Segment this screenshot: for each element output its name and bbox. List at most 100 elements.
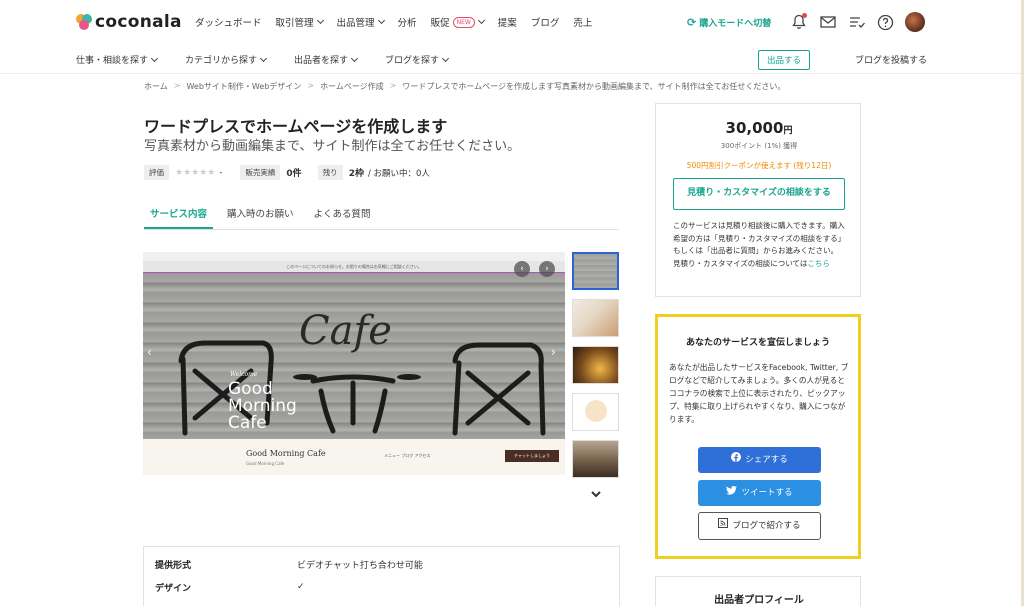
cafe-photo: Cafe Welcome Good Morning Cafe ‹ › bbox=[143, 273, 565, 439]
consult-info-link[interactable]: こちら bbox=[807, 259, 830, 268]
tab-service-content[interactable]: サービス内容 bbox=[144, 200, 214, 229]
purchase-note: このサービスは見積り相談後に購入できます。購入希望の方は「見積り・カスタマイズの… bbox=[673, 221, 846, 268]
prev-slide-icon[interactable]: ‹ bbox=[147, 345, 152, 359]
footer-sub: Good Morning Cafe bbox=[246, 461, 285, 466]
detail-value: ビデオチャット打ち合わせ可能 bbox=[297, 560, 423, 571]
nav-analytics[interactable]: 分析 bbox=[398, 15, 417, 29]
bell-icon[interactable] bbox=[789, 12, 808, 32]
chevron-down-icon bbox=[259, 54, 268, 62]
browse-nav: 仕事・相談を探す カテゴリから探す 出品者を探す ブログを探す bbox=[76, 53, 476, 66]
notification-dot bbox=[802, 12, 807, 18]
top-header: coconala ダッシュボード 取引管理 出品管理 分析 販促 NEW 提案 ブ… bbox=[0, 0, 1021, 44]
thumbnail-2[interactable] bbox=[572, 299, 619, 337]
user-avatar[interactable] bbox=[905, 12, 925, 32]
gallery-next-button[interactable]: › bbox=[539, 261, 555, 277]
promo-description: あなたが出品したサービスをFacebook, Twitter, ブログなどで紹介… bbox=[669, 363, 849, 424]
coconala-logo[interactable]: coconala bbox=[76, 12, 182, 32]
twitter-icon bbox=[726, 480, 738, 506]
profile-title: 出品者プロフィール bbox=[714, 595, 804, 606]
breadcrumb-home[interactable]: ホーム bbox=[144, 81, 168, 92]
nav-dashboard[interactable]: ダッシュボード bbox=[195, 15, 262, 29]
twitter-tweet-button[interactable]: ツイートする bbox=[698, 480, 821, 506]
sell-button[interactable]: 出品する bbox=[758, 50, 811, 70]
remaining-value: 2枠 bbox=[348, 169, 364, 179]
breadcrumb-web[interactable]: Webサイト制作・Webデザイン bbox=[186, 81, 301, 92]
chevron-down-icon bbox=[477, 16, 485, 25]
browse-categories[interactable]: カテゴリから探す bbox=[185, 53, 268, 66]
promotion-box: あなたのサービスを宣伝しましょう あなたが出品したサービスをFacebook, … bbox=[655, 314, 861, 559]
service-subtitle: 写真素材から動画編集まで、サイト制作は全てお任せください。 bbox=[144, 139, 521, 154]
blog-share-button[interactable]: ブログで紹介する bbox=[698, 512, 821, 540]
tab-faq[interactable]: よくある質問 bbox=[308, 200, 377, 229]
header-icons bbox=[789, 12, 925, 32]
service-detail-table: 提供形式 ビデオチャット打ち合わせ可能 デザイン ✓ bbox=[143, 546, 620, 606]
service-meta: 評価 ★★★★★ - 販売実績 0件 残り 2枠 / お願い中：0人 bbox=[144, 165, 430, 180]
nav-promotion[interactable]: 販促 NEW bbox=[431, 15, 485, 29]
facebook-share-button[interactable]: シェアする bbox=[698, 447, 821, 473]
price-box: 30,000円 300ポイント (1%) 獲得 500円割引クーポンが使えます … bbox=[655, 103, 861, 297]
browse-sellers[interactable]: 出品者を探す bbox=[294, 53, 359, 66]
browse-jobs[interactable]: 仕事・相談を探す bbox=[76, 53, 159, 66]
cafe-script-text: Cafe bbox=[299, 308, 392, 354]
logo-text: coconala bbox=[95, 12, 182, 32]
nav-sales[interactable]: 売上 bbox=[573, 15, 592, 29]
thumbnail-1[interactable] bbox=[572, 252, 619, 290]
breadcrumb-homepage[interactable]: ホームページ作成 bbox=[320, 81, 384, 92]
detail-row: 提供形式 ビデオチャット打ち合わせ可能 bbox=[144, 552, 619, 576]
rating-value: - bbox=[219, 167, 223, 178]
next-slide-icon[interactable]: › bbox=[551, 345, 556, 359]
thumbnail-list bbox=[572, 252, 621, 487]
sales-value: 0件 bbox=[286, 169, 302, 179]
facebook-icon bbox=[731, 447, 742, 473]
price: 30,000円 bbox=[725, 119, 793, 137]
refresh-icon: ⟳ bbox=[687, 16, 697, 29]
nav-blog[interactable]: ブログ bbox=[531, 15, 560, 29]
checklist-icon[interactable] bbox=[847, 13, 866, 32]
nav-transactions[interactable]: 取引管理 bbox=[276, 15, 324, 29]
tab-purchase-requests[interactable]: 購入時のお願い bbox=[221, 200, 300, 229]
gallery-prev-button[interactable]: ‹ bbox=[514, 261, 530, 277]
nav-listings[interactable]: 出品管理 bbox=[337, 15, 385, 29]
chevron-down-icon[interactable] bbox=[590, 485, 602, 504]
sub-header: 仕事・相談を探す カテゴリから探す 出品者を探す ブログを探す 出品する ブログ… bbox=[0, 44, 1021, 74]
detail-key: デザイン bbox=[155, 583, 192, 594]
breadcrumb: ホーム > Webサイト制作・Webデザイン > ホームページ作成 > ワードプレスで… bbox=[144, 81, 786, 92]
chevron-down-icon bbox=[442, 54, 450, 62]
rating-label: 評価 bbox=[144, 165, 169, 180]
points-earned: 300ポイント (1%) 獲得 bbox=[720, 142, 798, 150]
rating-stars-icon: ★★★★★ bbox=[175, 167, 216, 178]
thumbnail-5[interactable] bbox=[572, 440, 619, 478]
help-icon[interactable] bbox=[876, 13, 895, 32]
thumbnail-3[interactable] bbox=[572, 346, 619, 384]
image-footer: Good Morning Cafe Good Morning Cafe メニュー… bbox=[143, 439, 565, 475]
check-icon: ✓ bbox=[297, 582, 305, 592]
breadcrumb-current: ワードプレスでホームページを作成します写真素材から動画編集まで、サイト制作は全て… bbox=[402, 82, 786, 91]
nav-proposals[interactable]: 提案 bbox=[498, 15, 517, 29]
main-image[interactable]: このページについてのお知らせ。お困りの場合はお気軽にご相談ください。 Cafe … bbox=[143, 252, 565, 475]
site-notice: このページについてのお知らせ。お困りの場合はお気軽にご相談ください。 bbox=[143, 261, 565, 273]
service-tabs: サービス内容 購入時のお願い よくある質問 bbox=[144, 200, 619, 230]
coupon-notice: 500円割引クーポンが使えます (残り12日) bbox=[686, 161, 832, 170]
welcome-text: Welcome bbox=[230, 371, 258, 378]
post-blog-link[interactable]: ブログを投稿する bbox=[855, 53, 927, 66]
page: coconala ダッシュボード 取引管理 出品管理 分析 販促 NEW 提案 ブ… bbox=[0, 0, 1024, 606]
service-title: ワードプレスでホームページを作成します bbox=[144, 117, 448, 136]
thumbnail-4[interactable] bbox=[572, 393, 619, 431]
browser-bar bbox=[143, 252, 565, 261]
chevron-down-icon bbox=[316, 16, 324, 25]
promo-title: あなたのサービスを宣伝しましょう bbox=[685, 338, 830, 348]
footer-title: Good Morning Cafe bbox=[246, 449, 326, 458]
switch-mode-link[interactable]: ⟳ 購入モードへ切替 bbox=[687, 16, 771, 29]
remaining-label: 残り bbox=[317, 165, 343, 180]
consult-button[interactable]: 見積り・カスタマイズの相談をする bbox=[673, 178, 845, 210]
sales-label: 販売実績 bbox=[240, 165, 281, 180]
detail-key: 提供形式 bbox=[155, 560, 192, 571]
detail-row: デザイン ✓ bbox=[144, 575, 619, 599]
chevron-down-icon bbox=[377, 16, 385, 25]
new-badge: NEW bbox=[452, 16, 475, 28]
headline-text: Good Morning Cafe bbox=[228, 379, 297, 433]
chevron-down-icon bbox=[150, 54, 159, 62]
footer-nav: メニュー ブログ アクセス bbox=[384, 453, 431, 458]
browse-blogs[interactable]: ブログを探す bbox=[385, 53, 450, 66]
mail-icon[interactable] bbox=[818, 13, 837, 32]
